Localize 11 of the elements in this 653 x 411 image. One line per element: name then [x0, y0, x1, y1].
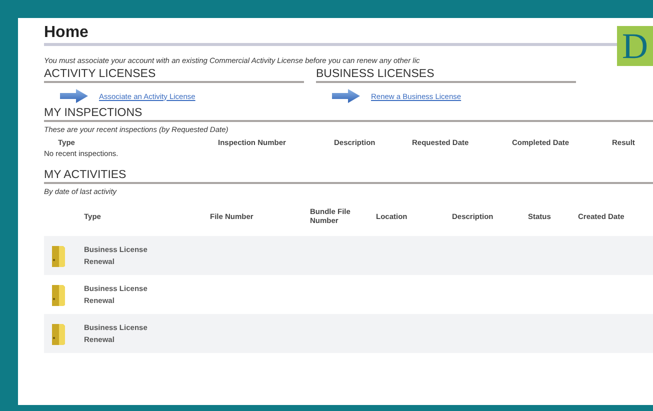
binder-icon	[50, 282, 66, 306]
section-heading: MY INSPECTIONS	[44, 104, 653, 122]
section-heading: ACTIVITY LICENSES	[44, 65, 304, 83]
binder-icon	[50, 322, 66, 346]
section-heading: BUSINESS LICENSES	[316, 65, 576, 83]
page-title: Home	[44, 24, 88, 41]
arrow-icon	[331, 88, 361, 104]
section-heading: MY ACTIVITIES	[44, 166, 653, 184]
arrow-icon	[59, 88, 89, 104]
letter-badge: D	[617, 26, 653, 66]
binder-icon	[50, 244, 66, 268]
